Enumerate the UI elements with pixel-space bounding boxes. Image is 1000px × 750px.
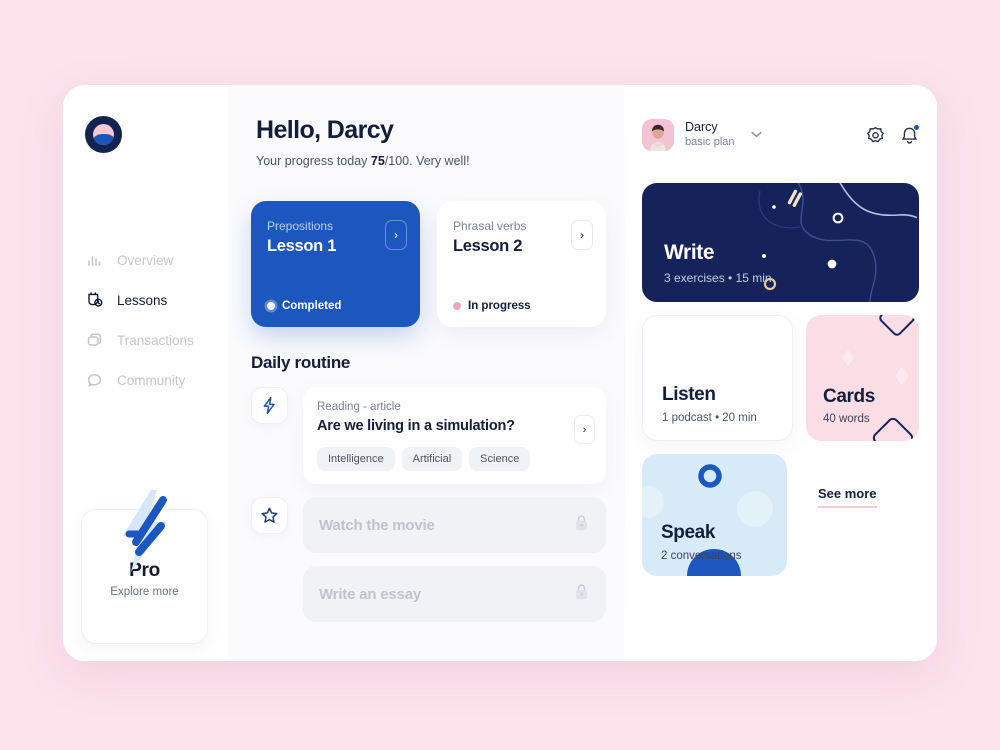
lesson-status-label: Completed <box>282 300 342 312</box>
lightning-bolt-icon[interactable] <box>251 387 288 424</box>
sidebar-item-overview[interactable]: Overview <box>85 240 225 280</box>
write-card-meta: 3 exercises • 15 min <box>664 271 772 285</box>
user-plan: basic plan <box>685 136 735 149</box>
skill-card-speak[interactable]: Speak 2 conversations <box>642 454 787 576</box>
speak-card-meta: 2 conversations <box>661 550 742 562</box>
daily-routine-list: Reading - article Are we living in a sim… <box>246 387 606 622</box>
user-avatar[interactable] <box>642 119 674 151</box>
lesson-topic: Prepositions <box>267 219 334 233</box>
tag-chip[interactable]: Artificial <box>401 447 463 471</box>
locked-item-movie[interactable]: Watch the movie <box>303 497 606 553</box>
lesson-card-2[interactable]: Phrasal verbs Lesson 2 In progress › <box>437 201 606 327</box>
sidebar-item-transactions[interactable]: Transactions <box>85 320 225 360</box>
sidebar-item-label: Community <box>117 372 186 388</box>
routine-row-article: Reading - article Are we living in a sim… <box>251 387 606 484</box>
gear-icon[interactable] <box>866 126 885 145</box>
lock-icon <box>573 583 590 606</box>
skill-card-cards[interactable]: Cards 40 words <box>806 315 919 441</box>
status-dot-icon <box>267 302 275 310</box>
listen-card-meta: 1 podcast • 20 min <box>662 412 757 424</box>
chevron-down-icon[interactable] <box>750 130 762 141</box>
lesson-status-label: In progress <box>468 300 531 312</box>
article-card[interactable]: Reading - article Are we living in a sim… <box>303 387 606 484</box>
lesson-topic: Phrasal verbs <box>453 219 527 233</box>
sidebar-item-community[interactable]: Community <box>85 360 225 400</box>
sidebar: Overview Lessons Transactions Community … <box>63 85 228 661</box>
article-kicker: Reading - article <box>317 401 401 413</box>
sidebar-item-label: Lessons <box>117 292 168 308</box>
lightning-bolt-icon <box>109 488 181 579</box>
speak-card-title: Speak <box>661 522 715 543</box>
locked-item-essay[interactable]: Write an essay <box>303 566 606 622</box>
section-title-daily-routine: Daily routine <box>251 353 351 372</box>
user-name: Darcy <box>685 119 718 134</box>
pro-subtitle: Explore more <box>110 586 179 598</box>
skill-cards-middle-row: Listen 1 podcast • 20 min Cards 40 words <box>642 315 919 441</box>
lessons-icon <box>85 291 104 310</box>
article-open-button[interactable]: › <box>574 415 595 444</box>
progress-suffix: /100. Very well! <box>384 154 470 168</box>
sidebar-nav: Overview Lessons Transactions Community <box>85 240 225 400</box>
app-logo-mark <box>93 124 114 145</box>
tag-chip[interactable]: Intelligence <box>317 447 395 471</box>
lock-icon <box>573 514 590 537</box>
app-window: Overview Lessons Transactions Community … <box>63 85 937 661</box>
skill-card-listen[interactable]: Listen 1 podcast • 20 min <box>642 315 793 441</box>
app-logo[interactable] <box>85 116 122 153</box>
lesson-cards: Prepositions Lesson 1 Completed › Phrasa… <box>246 201 606 327</box>
progress-value: 75 <box>370 154 385 168</box>
bell-icon[interactable] <box>900 124 920 145</box>
skill-card-write[interactable]: Write 3 exercises • 15 min <box>642 183 919 302</box>
chat-bubble-icon <box>85 371 104 390</box>
locked-item-label: Write an essay <box>319 585 421 603</box>
lesson-card-1[interactable]: Prepositions Lesson 1 Completed › <box>251 201 420 327</box>
skill-cards-bottom-row: Speak 2 conversations See more <box>642 454 919 576</box>
lesson-open-button[interactable]: › <box>571 220 593 250</box>
notification-badge <box>913 124 920 131</box>
locked-item-label: Watch the movie <box>319 516 435 534</box>
user-bar: Darcy basic plan <box>642 85 920 151</box>
tag-chip[interactable]: Science <box>469 447 531 471</box>
article-tags: Intelligence Artificial Science <box>317 447 566 471</box>
user-meta: Darcy basic plan <box>685 120 735 150</box>
star-icon[interactable] <box>251 497 288 534</box>
listen-card-title: Listen <box>662 384 716 405</box>
right-panel: Darcy basic plan Write 3 exercises • 15 … <box>624 85 937 661</box>
routine-row-movie: Watch the movie <box>251 497 606 553</box>
progress-prefix: Your progress today <box>256 154 371 168</box>
sidebar-item-label: Overview <box>117 252 174 268</box>
sidebar-item-label: Transactions <box>117 332 194 348</box>
cards-card-title: Cards <box>823 386 875 407</box>
main-content: Hello, Darcy Your progress today 75/100.… <box>228 85 624 661</box>
cards-card-meta: 40 words <box>823 413 870 425</box>
transactions-icon <box>85 331 104 350</box>
sidebar-item-lessons[interactable]: Lessons <box>85 280 225 320</box>
write-card-title: Write <box>664 241 715 264</box>
progress-text: Your progress today 75/100. Very well! <box>256 154 606 168</box>
lesson-open-button[interactable]: › <box>385 220 407 250</box>
routine-row-essay: Write an essay <box>251 566 606 622</box>
page-title: Hello, Darcy <box>256 116 394 144</box>
lesson-status: Completed <box>267 300 404 312</box>
status-dot-icon <box>453 302 461 310</box>
lesson-title: Lesson 1 <box>267 237 337 255</box>
greeting-block: Hello, Darcy Your progress today 75/100.… <box>246 85 606 168</box>
see-more-link[interactable]: See more <box>818 486 877 508</box>
pro-upsell-card[interactable]: Pro Explore more <box>81 490 208 644</box>
toolbar-actions <box>866 124 920 145</box>
article-title: Are we living in a simulation? <box>317 418 515 434</box>
bar-chart-icon <box>85 251 104 270</box>
lesson-title: Lesson 2 <box>453 237 523 255</box>
lesson-status: In progress <box>453 300 590 312</box>
